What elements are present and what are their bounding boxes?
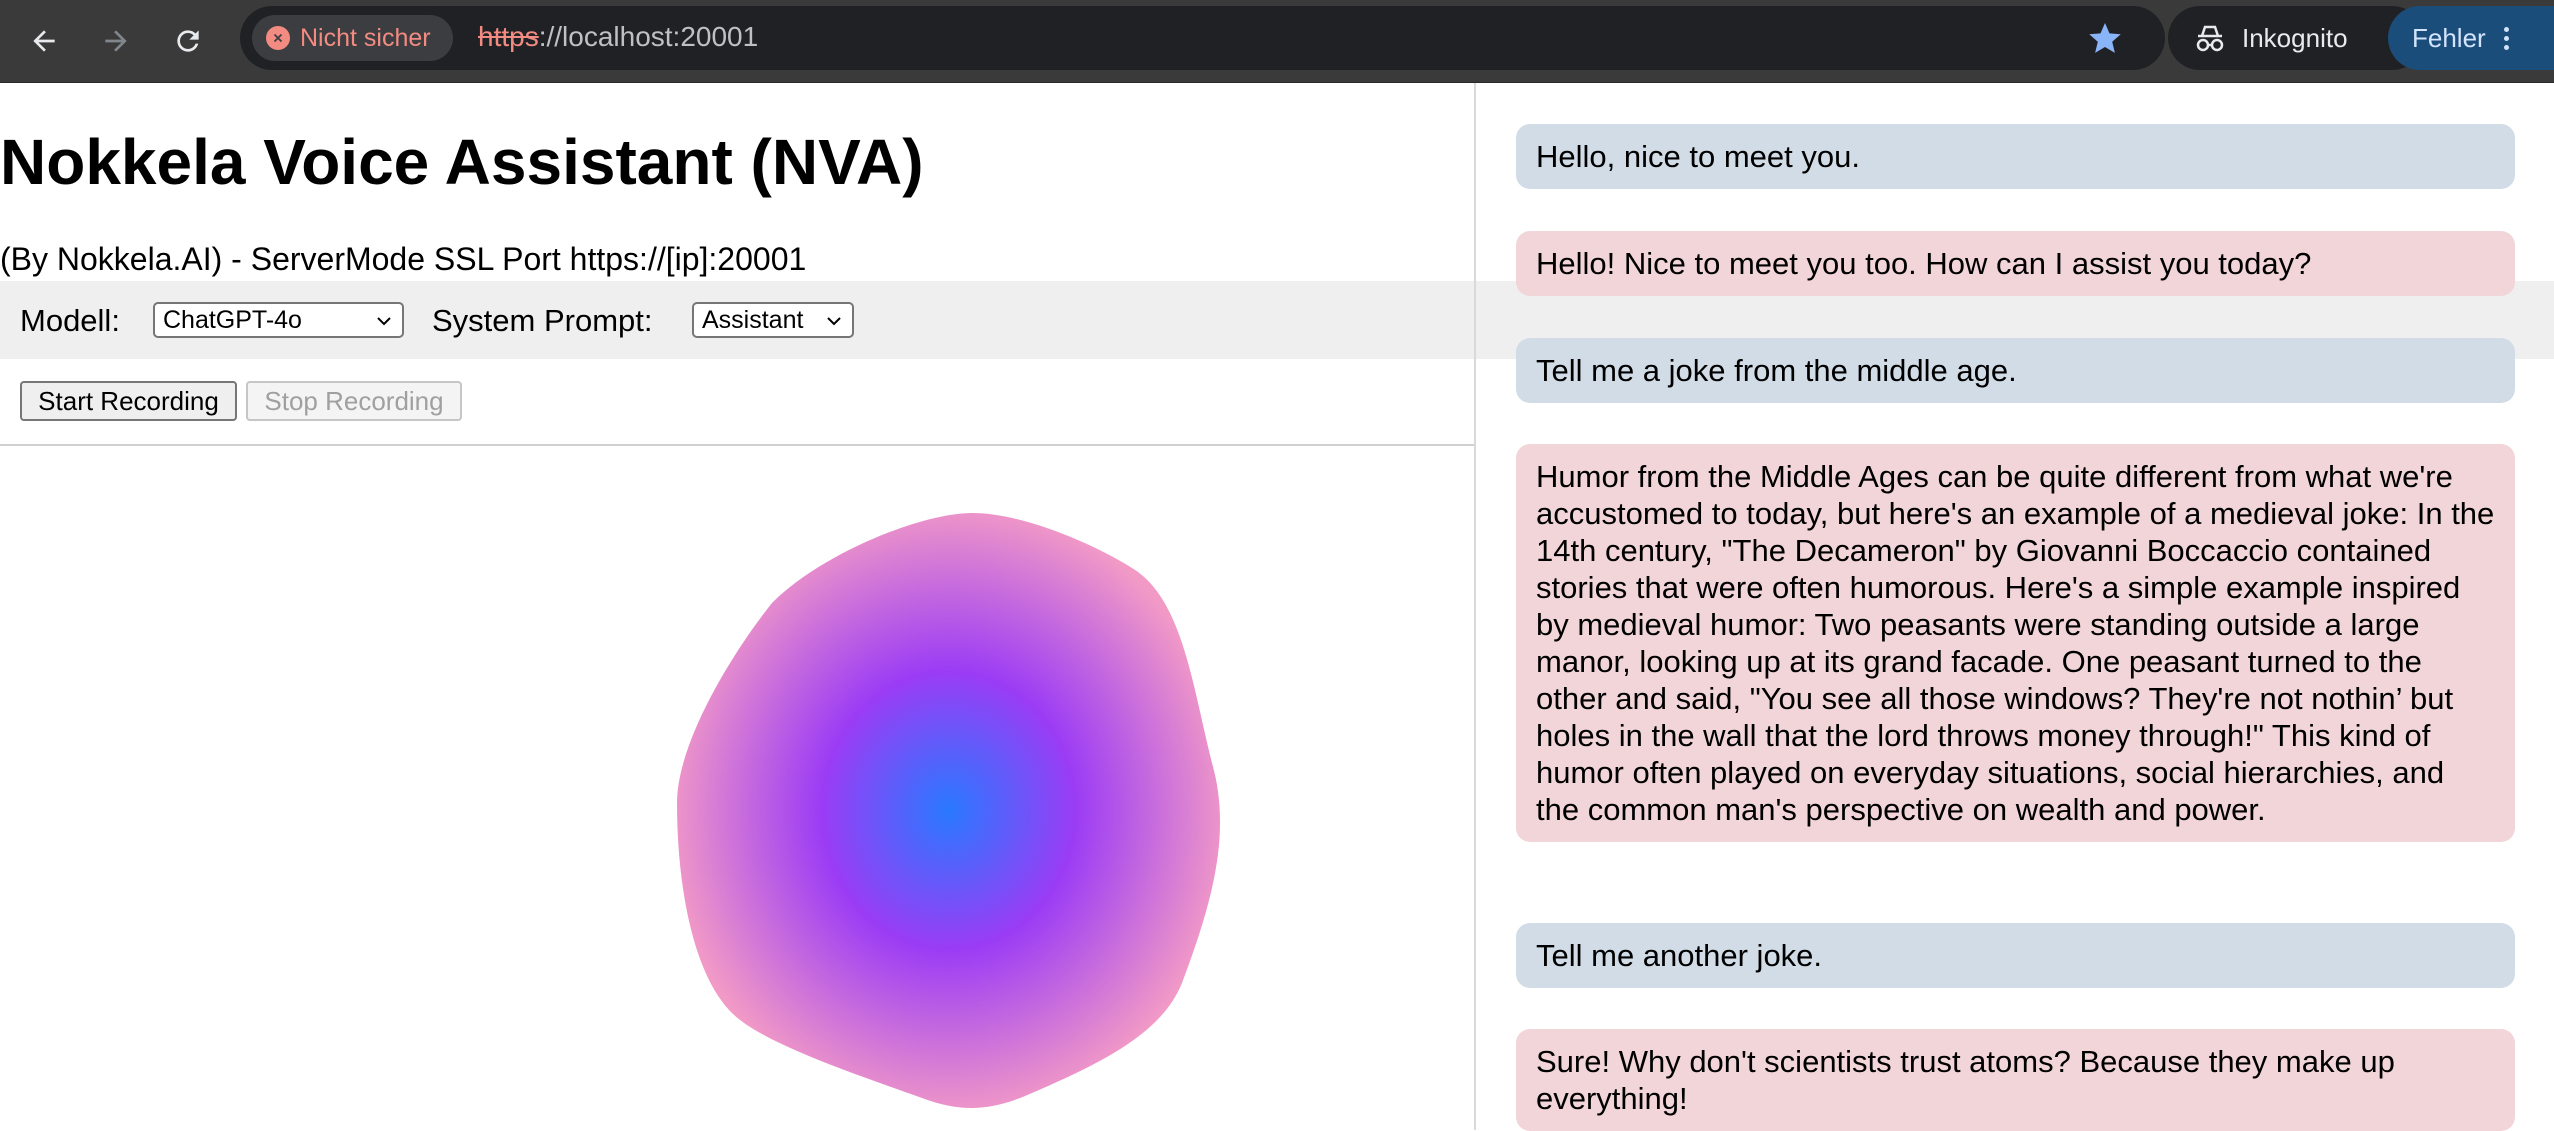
page-content: Nokkela Voice Assistant (NVA) (By Nokkel… <box>0 83 2554 1131</box>
chat-log: Hello, nice to meet you. Hello! Nice to … <box>1516 83 2516 1131</box>
url-host: ://localhost:20001 <box>538 21 759 52</box>
forward-button[interactable] <box>90 15 142 67</box>
left-panel: Nokkela Voice Assistant (NVA) (By Nokkel… <box>0 83 1474 1130</box>
chevron-down-icon <box>827 317 841 326</box>
panel-divider <box>1474 83 1476 1130</box>
start-recording-button[interactable]: Start Recording <box>20 381 237 421</box>
reload-icon <box>177 30 199 52</box>
incognito-icon <box>2196 25 2224 52</box>
browser-toolbar: Nicht sicher https://localhost:20001 Ink… <box>0 0 2554 83</box>
voice-visualizer <box>677 513 1221 1109</box>
chat-message-assistant: Hello! Nice to meet you too. How can I a… <box>1516 231 2515 296</box>
model-select[interactable]: ChatGPT-4o <box>153 302 404 338</box>
stop-recording-button[interactable]: Stop Recording <box>246 381 462 421</box>
incognito-label: Inkognito <box>2242 22 2348 53</box>
reload-button[interactable] <box>162 15 214 67</box>
model-label: Modell: <box>20 303 120 338</box>
chat-message-user: Tell me a joke from the middle age. <box>1516 338 2515 403</box>
chevron-down-icon <box>377 317 391 326</box>
bookmark-star-icon[interactable] <box>2087 20 2123 56</box>
url-scheme: https <box>478 21 539 52</box>
incognito-indicator[interactable]: Inkognito <box>2168 6 2424 70</box>
page-title: Nokkela Voice Assistant (NVA) <box>0 126 924 198</box>
chat-message-assistant: Sure! Why don't scientists trust atoms? … <box>1516 1029 2515 1131</box>
back-button[interactable] <box>18 15 70 67</box>
chat-message-assistant: Humor from the Middle Ages can be quite … <box>1516 444 2515 842</box>
address-bar[interactable]: Nicht sicher https://localhost:20001 <box>240 6 2165 70</box>
profile-error-button[interactable]: Fehler <box>2388 6 2554 70</box>
chat-message-user: Tell me another joke. <box>1516 923 2515 988</box>
system-prompt-select[interactable]: Assistant <box>692 302 854 338</box>
security-indicator[interactable]: Nicht sicher <box>252 15 453 61</box>
warning-icon <box>266 26 290 50</box>
system-prompt-value: Assistant <box>702 305 804 334</box>
kebab-menu-icon <box>2503 26 2509 50</box>
chat-message-user: Hello, nice to meet you. <box>1516 124 2515 189</box>
forward-arrow-icon <box>105 30 127 52</box>
system-prompt-label: System Prompt: <box>432 303 653 338</box>
url-text[interactable]: https://localhost:20001 <box>478 21 758 53</box>
error-label: Fehler <box>2412 22 2486 53</box>
security-label: Nicht sicher <box>300 23 431 52</box>
section-divider <box>0 444 1474 446</box>
visualizer-blob <box>677 513 1221 1109</box>
back-arrow-icon <box>33 30 55 52</box>
model-select-value: ChatGPT-4o <box>163 305 302 334</box>
page-subtitle: (By Nokkela.AI) - ServerMode SSL Port ht… <box>0 241 807 277</box>
